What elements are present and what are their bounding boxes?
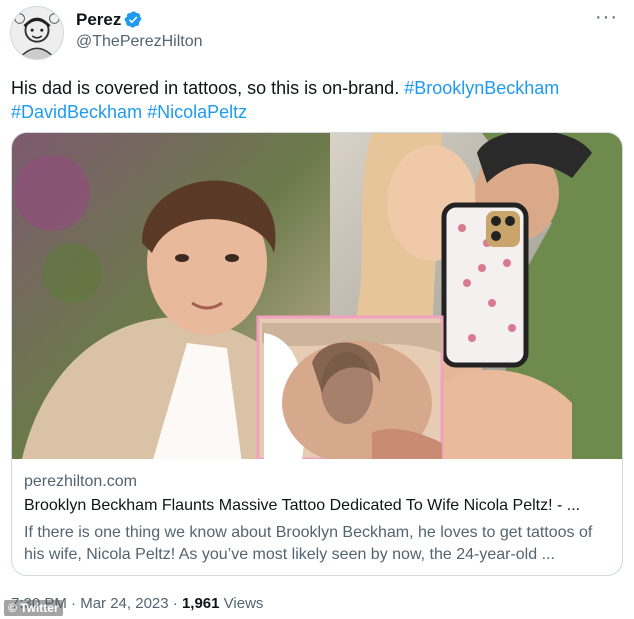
tweet-text: His dad is covered in tattoos, so this i… <box>11 76 623 124</box>
views-count: 1,961 <box>181 595 220 612</box>
card-description: If there is one thing we know about Broo… <box>24 524 593 563</box>
card-image[interactable] <box>12 133 622 459</box>
hashtag-davidbeckham[interactable]: #DavidBeckham <box>11 102 142 122</box>
hashtag-nicolapeltz[interactable]: #NicolaPeltz <box>147 102 247 122</box>
footer-separator-2: · <box>172 595 178 612</box>
tweet-date[interactable]: Mar 24, 2023 <box>80 595 168 612</box>
tweet-body-text: His dad is covered in tattoos, so this i… <box>11 78 405 98</box>
author-avatar[interactable] <box>10 6 64 60</box>
card-domain: perezhilton.com <box>24 473 137 490</box>
footer-separator: · <box>71 595 77 612</box>
more-options-icon[interactable]: ··· <box>595 6 618 29</box>
card-title[interactable]: Brooklyn Beckham Flaunts Massive Tattoo … <box>24 497 614 519</box>
twitter-watermark: © Twitter <box>4 600 63 616</box>
author-handle[interactable]: @ThePerezHilton <box>76 33 203 51</box>
hashtag-brooklynbeckham[interactable]: #BrooklynBeckham <box>404 78 559 98</box>
card-meta: perezhilton.com Brooklyn Beckham Flaunts… <box>24 473 614 566</box>
views-label: Views <box>223 595 264 612</box>
verified-badge-icon <box>124 11 142 28</box>
card-photo-collage <box>12 133 622 459</box>
link-preview-card[interactable]: perezhilton.com Brooklyn Beckham Flaunts… <box>11 132 623 576</box>
author-display-name[interactable]: Perez <box>76 10 121 30</box>
avatar-sketch-image <box>11 7 63 59</box>
